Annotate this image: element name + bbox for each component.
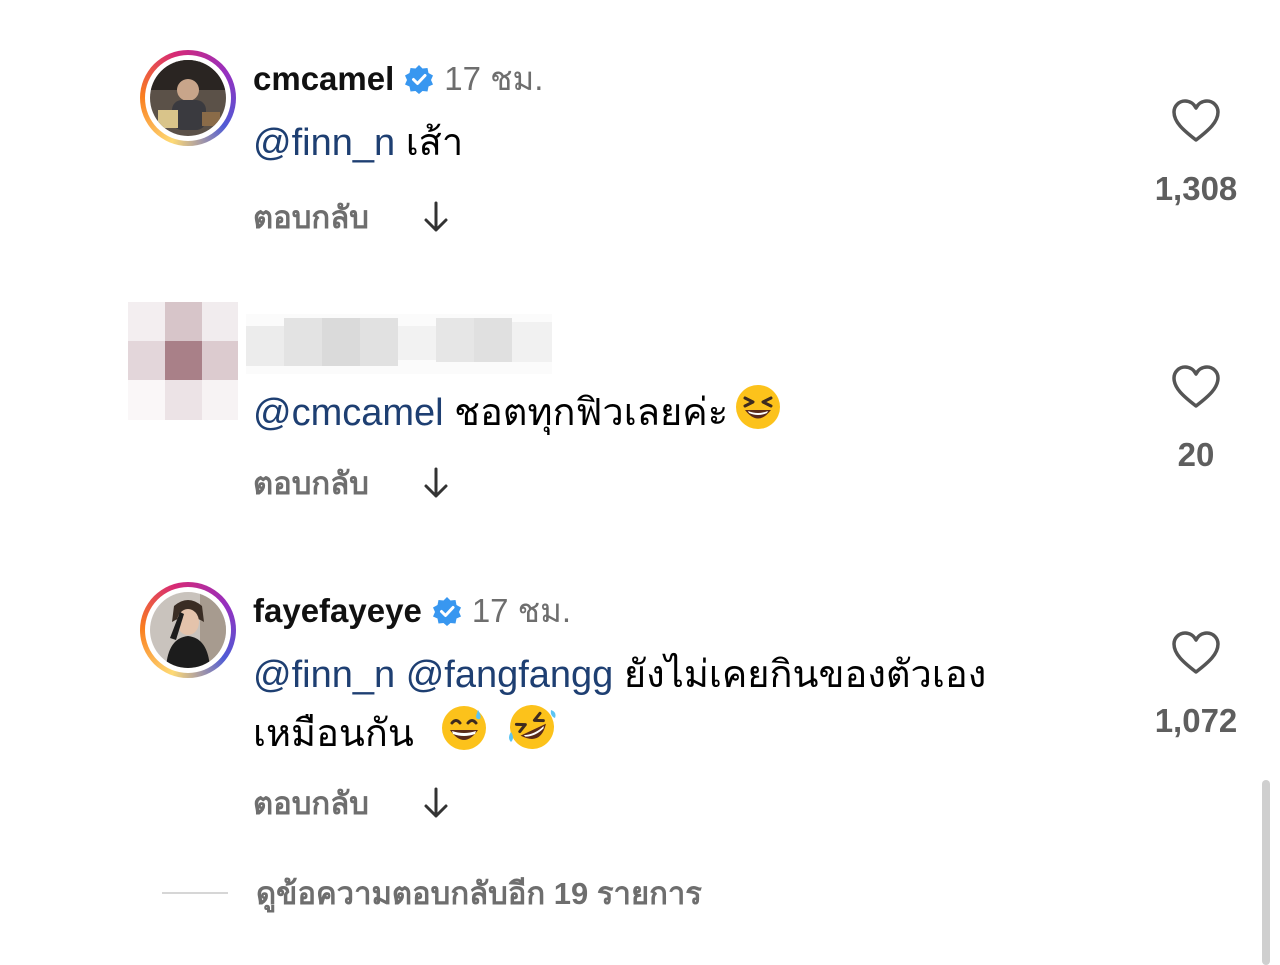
reply-row: ตอบกลับ <box>253 192 451 242</box>
avatar[interactable] <box>140 582 236 678</box>
comment-body-line2: เหมือนกัน <box>253 713 414 755</box>
avatar[interactable] <box>128 302 238 420</box>
comment-text: @cmcamel ชอตทุกฟิวเลยค่ะ <box>253 383 782 440</box>
heart-outline-icon[interactable] <box>1171 364 1221 410</box>
username[interactable]: cmcamel <box>253 59 394 99</box>
comment-text: @finn_n เส้า <box>253 116 463 170</box>
heart-outline-icon[interactable] <box>1171 630 1221 676</box>
down-arrow-icon[interactable] <box>421 785 451 821</box>
verified-badge-icon <box>405 65 434 94</box>
down-arrow-icon[interactable] <box>421 465 451 501</box>
comment-body: เส้า <box>405 122 464 164</box>
heart-outline-icon[interactable] <box>1171 98 1221 144</box>
view-more-replies-label[interactable]: ดูข้อความตอบกลับอีก 19 รายการ <box>256 868 702 918</box>
scrollbar[interactable] <box>1262 780 1270 965</box>
verified-badge-icon <box>432 597 461 626</box>
comment-body: ยังไม่เคยกินของตัวเอง <box>623 654 987 696</box>
reply-button[interactable]: ตอบกลับ <box>253 458 369 508</box>
down-arrow-icon[interactable] <box>421 199 451 235</box>
view-more-replies[interactable]: ดูข้อความตอบกลับอีก 19 รายการ <box>162 868 702 918</box>
like-group: 1,308 <box>1126 98 1266 208</box>
comment-time: 17 ชม. <box>471 592 572 629</box>
laughing-squint-emoji <box>736 385 781 429</box>
avatar[interactable] <box>140 50 236 146</box>
comment-body: ชอตทุกฟิวเลยค่ะ <box>454 392 729 434</box>
like-group: 20 <box>1126 364 1266 474</box>
comment-time: 17 ชม. <box>444 60 544 97</box>
rolling-laughing-emoji <box>509 705 556 749</box>
reply-row: ตอบกลับ <box>253 778 451 828</box>
divider <box>162 892 228 894</box>
mention-link[interactable]: @fangfangg <box>406 654 614 696</box>
like-count: 20 <box>1177 436 1215 473</box>
mention-link[interactable]: @finn_n <box>253 654 395 696</box>
like-group: 1,072 <box>1126 630 1266 740</box>
username[interactable]: fayefayeye <box>253 591 422 631</box>
mention-link[interactable]: @cmcamel <box>253 392 444 434</box>
reply-button[interactable]: ตอบกลับ <box>253 778 369 828</box>
reply-button[interactable]: ตอบกลับ <box>253 192 369 242</box>
like-count: 1,072 <box>1154 702 1238 739</box>
mention-link[interactable]: @finn_n <box>253 122 395 164</box>
grinning-sweat-emoji <box>442 706 487 750</box>
username[interactable] <box>246 314 552 374</box>
like-count: 1,308 <box>1154 170 1238 207</box>
comment-header: fayefayeye 17 ชม. <box>253 591 571 631</box>
reply-row: ตอบกลับ <box>253 458 451 508</box>
comment-text: @finn_n @fangfangg ยังไม่เคยกินของตัวเอง… <box>253 648 986 761</box>
comment-header: cmcamel 17 ชม. <box>253 59 543 99</box>
